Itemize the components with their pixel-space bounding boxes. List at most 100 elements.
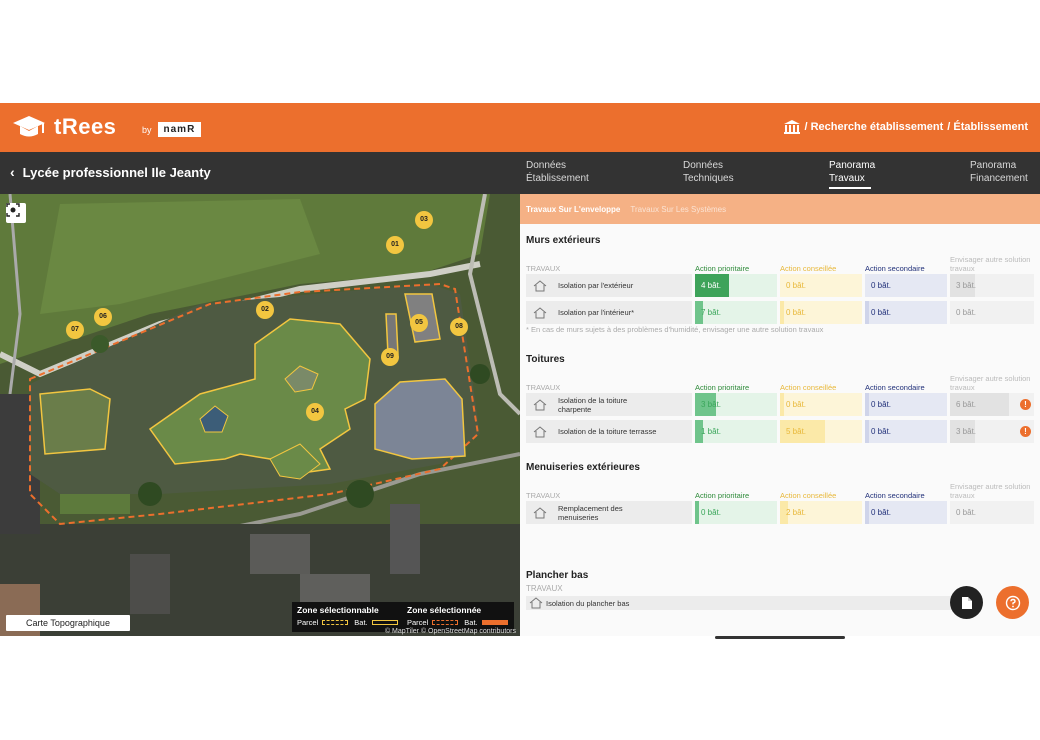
legend-selectable-row: Parcel Bat. — [297, 618, 404, 627]
cell-value: 3 bât. — [956, 427, 977, 436]
travaux-row[interactable]: Isolation de la toiture charpente — [526, 393, 692, 416]
cell-envi[interactable]: 3 bât. — [950, 274, 1034, 297]
cell-cons[interactable]: 2 bât. — [780, 501, 862, 524]
cell-value: 0 bât. — [786, 308, 807, 317]
cell-value: 0 bât. — [871, 508, 892, 517]
export-document-button[interactable] — [950, 586, 983, 619]
school-building-icon[interactable] — [783, 119, 801, 135]
warning-icon[interactable]: ! — [1020, 426, 1031, 437]
sub-header: ‹ Lycée professionnel Ile Jeanty Données… — [0, 152, 1040, 194]
subtab-enveloppe[interactable]: Travaux Sur L'enveloppe — [526, 205, 620, 214]
section-title-menuiseries: Menuiseries extérieures — [526, 462, 640, 473]
cell-fill — [695, 501, 700, 524]
scroll-indicator[interactable] — [715, 636, 845, 639]
cell-seco[interactable]: 0 bât. — [865, 393, 947, 416]
page-title: Lycée professionnel Ile Jeanty — [22, 164, 211, 180]
tab-line2: Travaux — [829, 173, 865, 184]
cell-value: 0 bât. — [786, 281, 807, 290]
row-label: Isolation de la toiture terrasse — [558, 427, 657, 436]
building-marker-04[interactable]: 04 — [306, 403, 324, 421]
tab-line2: Établissement — [526, 173, 589, 184]
building-marker-07[interactable]: 07 — [66, 321, 84, 339]
header-travaux: TRAVAUX — [526, 264, 561, 273]
legend-parcel-swatch — [322, 620, 349, 625]
cell-cons[interactable]: 0 bât. — [780, 274, 862, 297]
row-icon-wrap — [526, 398, 554, 411]
breadcrumb-search[interactable]: / Recherche établissement — [805, 121, 944, 133]
cell-prio[interactable]: 0 bât. — [695, 501, 777, 524]
cell-prio[interactable]: 7 bât. — [695, 301, 777, 324]
travaux-row[interactable]: Isolation du plancher bas — [526, 596, 956, 610]
building-marker-01[interactable]: 01 — [386, 236, 404, 254]
cell-value: 0 bât. — [871, 281, 892, 290]
cell-fill — [780, 393, 785, 416]
cell-envi[interactable]: 0 bât. — [950, 301, 1034, 324]
cell-value: 0 bât. — [871, 427, 892, 436]
cell-prio[interactable]: 3 bât. — [695, 393, 777, 416]
travaux-row[interactable]: Isolation de la toiture terrasse — [526, 420, 692, 443]
travaux-row[interactable]: Remplacement des menuiseries — [526, 501, 692, 524]
cell-value: 0 bât. — [701, 508, 722, 517]
cell-seco[interactable]: 0 bât. — [865, 420, 947, 443]
top-header: tRees by namR / Recherche établissement … — [0, 103, 1040, 152]
building-marker-02[interactable]: 02 — [256, 301, 274, 319]
building-marker-09[interactable]: 09 — [381, 348, 399, 366]
app-logo[interactable]: tRees — [12, 113, 116, 141]
house-icon — [533, 506, 547, 518]
tab-donnees-etablissement[interactable]: Données Établissement — [526, 159, 589, 185]
map-canvas[interactable] — [0, 194, 520, 636]
subtab-systemes[interactable]: Travaux Sur Les Systèmes — [630, 205, 726, 214]
satellite-map[interactable]: 01 02 03 04 05 06 07 08 09 Carte Topographique Z… — [0, 194, 520, 636]
header-conseillee: Action conseillée — [780, 264, 837, 273]
cell-cons[interactable]: 5 bât. — [780, 420, 862, 443]
warning-icon[interactable]: ! — [1020, 399, 1031, 410]
partner-logo: namR — [157, 122, 202, 137]
header-envisager: Envisager autre solution travaux — [950, 482, 1031, 500]
cell-fill — [865, 501, 870, 524]
tab-donnees-techniques[interactable]: Données Techniques — [683, 159, 734, 185]
graduation-cap-icon — [13, 116, 45, 137]
tab-panorama-travaux[interactable]: Panorama Travaux — [829, 159, 875, 189]
cell-value: 5 bât. — [786, 427, 807, 436]
help-button[interactable] — [996, 586, 1029, 619]
tab-panorama-financement[interactable]: Panorama Financement — [970, 159, 1028, 185]
header-secondaire: Action secondaire — [865, 264, 925, 273]
chevron-left-icon: ‹ — [10, 164, 15, 180]
help-icon — [1005, 595, 1020, 610]
header-secondaire: Action secondaire — [865, 491, 925, 500]
building-marker-03[interactable]: 03 — [415, 211, 433, 229]
house-icon — [529, 597, 543, 609]
travaux-row[interactable]: Isolation par l'intérieur* — [526, 301, 692, 324]
breadcrumb-establishment[interactable]: / Établissement — [947, 121, 1028, 133]
map-attribution[interactable]: © MapTiler © OpenStreetMap contributors — [385, 628, 516, 635]
topographic-map-button[interactable]: Carte Topographique — [6, 615, 130, 631]
building-marker-06[interactable]: 06 — [94, 308, 112, 326]
cell-prio[interactable]: 4 bât. — [695, 274, 777, 297]
cell-value: 0 bât. — [871, 400, 892, 409]
active-tab-underline — [829, 187, 871, 189]
travaux-row[interactable]: Isolation par l'extérieur — [526, 274, 692, 297]
legend-bat-swatch — [481, 620, 508, 625]
header-travaux: TRAVAUX — [526, 383, 561, 392]
row-label: Isolation de la toiture charpente — [558, 395, 628, 414]
cell-seco[interactable]: 0 bât. — [865, 301, 947, 324]
cell-seco[interactable]: 0 bât. — [865, 274, 947, 297]
cell-cons[interactable]: 0 bât. — [780, 301, 862, 324]
cell-value: 0 bât. — [786, 400, 807, 409]
tab-line2: Financement — [970, 173, 1028, 184]
back-button[interactable]: ‹ Lycée professionnel Ile Jeanty — [10, 164, 211, 180]
building-marker-08[interactable]: 08 — [450, 318, 468, 336]
building-marker-05[interactable]: 05 — [410, 314, 428, 332]
recenter-button[interactable] — [6, 203, 26, 223]
cell-seco[interactable]: 0 bât. — [865, 501, 947, 524]
breadcrumb: / Recherche établissement / Établissemen… — [783, 119, 1028, 135]
legend-selectable: Zone sélectionnable Parcel Bat. — [297, 605, 404, 627]
subtabs: Travaux Sur L'enveloppe Travaux Sur Les … — [520, 194, 1040, 224]
partner-byline: by namR — [142, 122, 202, 137]
header-conseillee: Action conseillée — [780, 383, 837, 392]
tab-line1: Données — [683, 160, 724, 171]
cell-prio[interactable]: 1 bât. — [695, 420, 777, 443]
cell-envi[interactable]: 0 bât. — [950, 501, 1034, 524]
cell-cons[interactable]: 0 bât. — [780, 393, 862, 416]
row-label: Isolation du plancher bas — [546, 598, 630, 608]
